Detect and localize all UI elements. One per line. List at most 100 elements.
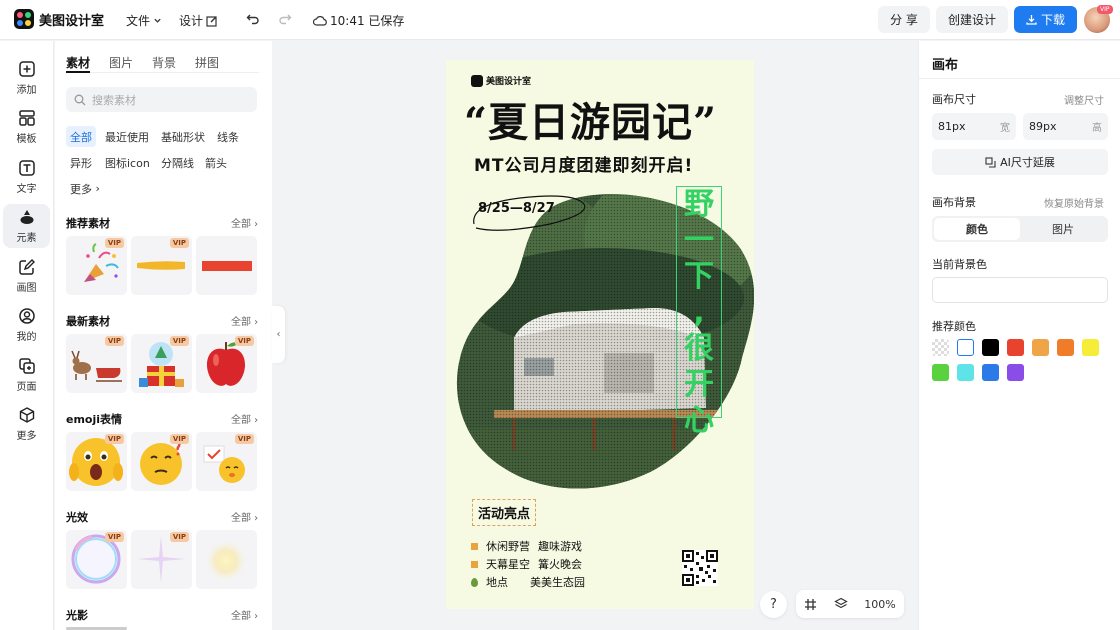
vip-badge: VIP (104, 434, 124, 444)
color-swatch[interactable] (1032, 339, 1049, 356)
chip-basic-shapes[interactable]: 基础形状 (157, 126, 209, 147)
chip-recent[interactable]: 最近使用 (101, 126, 153, 147)
chip-arrows[interactable]: 箭头 (201, 152, 231, 173)
thumb-emoji-shocked[interactable]: VIP (66, 432, 127, 491)
create-design-button[interactable]: 创建设计 (936, 6, 1008, 33)
see-all-light-effects[interactable]: 全部 › (231, 509, 258, 524)
chip-all[interactable]: 全部 (66, 126, 96, 147)
help-button[interactable]: ? (760, 591, 787, 618)
width-unit: 宽 (1000, 123, 1010, 134)
poster-vertical-slogan[interactable]: 野 一 下 , 很 开 心 (676, 186, 722, 438)
thumb-rainbow-ring[interactable]: VIP (66, 530, 127, 589)
app-logo[interactable]: 美图设计室 (14, 9, 104, 29)
poster-row[interactable]: 天幕星空 篝火晚会 (471, 556, 582, 572)
chip-dividers[interactable]: 分隔线 (157, 152, 198, 173)
height-field[interactable]: 89px 高 (1023, 113, 1108, 140)
color-swatch[interactable] (982, 339, 999, 356)
thumb-party-popper[interactable]: VIP (66, 236, 127, 295)
color-swatch[interactable] (957, 364, 974, 381)
file-menu[interactable]: 文件 (126, 12, 162, 29)
poster-date[interactable]: 8/25—8/27 (478, 201, 555, 216)
design-menu[interactable]: 设计 (179, 12, 218, 29)
color-swatch[interactable] (932, 364, 949, 381)
undo-icon[interactable] (246, 12, 260, 26)
tab-materials[interactable]: 素材 (66, 54, 90, 71)
search-input[interactable]: 搜索素材 (66, 87, 257, 112)
design-canvas[interactable]: 美图设计室 “夏日游园记” MT公司月度团建即刻开启! 8/25—8/27 野 … (446, 60, 754, 609)
seg-image[interactable]: 图片 (1020, 218, 1106, 240)
chip-more[interactable]: 更多 › (66, 178, 104, 199)
see-all-light-shadow[interactable]: 全部 › (231, 607, 258, 622)
section-title-newest: 最新素材 (66, 315, 110, 328)
zoom-level[interactable]: 100% (864, 598, 895, 611)
grid-icon[interactable] (804, 598, 817, 611)
seg-color[interactable]: 颜色 (934, 218, 1020, 240)
see-all-label: 全部 (231, 513, 251, 524)
adjust-size-link[interactable]: 调整尺寸 (1064, 92, 1104, 107)
qr-code-icon[interactable] (682, 550, 718, 586)
current-bg-color-field[interactable] (932, 277, 1108, 303)
rail-item-text[interactable]: 文字 (3, 155, 50, 199)
left-rail: 添加 模板 文字 元素 画图 我的 页面 更多 (0, 41, 54, 630)
chip-icons[interactable]: 图标icon (101, 152, 154, 173)
section-title-emoji: emoji表情 (66, 413, 123, 426)
tab-backgrounds[interactable]: 背景 (152, 54, 176, 71)
canvas-size-label: 画布尺寸 (932, 93, 976, 106)
thumb-sparkle[interactable]: VIP (131, 530, 192, 589)
width-field[interactable]: 81px 宽 (932, 113, 1016, 140)
vip-badge: VIP (234, 434, 254, 444)
rail-item-elements[interactable]: 元素 (3, 204, 50, 248)
rail-item-template[interactable]: 模板 (3, 105, 50, 149)
color-swatch[interactable] (1057, 339, 1074, 356)
chip-more-label: 更多 (70, 182, 92, 196)
see-all-newest[interactable]: 全部 › (231, 313, 258, 328)
tab-images[interactable]: 图片 (109, 54, 133, 71)
collapse-panel-button[interactable]: ‹ (272, 306, 285, 363)
thumb-red-apple[interactable]: VIP (196, 334, 257, 393)
color-swatch[interactable] (1082, 339, 1099, 356)
logo-mark-icon (14, 9, 34, 29)
rail-item-draw[interactable]: 画图 (3, 254, 50, 298)
thumb-yellow-stroke[interactable]: VIP (131, 236, 192, 295)
color-swatch[interactable] (932, 339, 949, 356)
rail-item-add[interactable]: 添加 (3, 56, 50, 100)
rail-item-mine[interactable]: 我的 (3, 303, 50, 347)
redo-icon[interactable] (278, 12, 292, 26)
poster-logo-icon (471, 74, 483, 87)
poster-row[interactable]: 休闲野营 趣味游戏 (471, 538, 582, 554)
ai-size-extend-button[interactable]: AI尺寸延展 (932, 149, 1108, 175)
thumb-glow[interactable] (196, 530, 257, 589)
poster-row-b: 美美生态园 (530, 576, 585, 589)
share-button[interactable]: 分 享 (878, 6, 930, 33)
poster-highlight-label[interactable]: 活动亮点 (472, 499, 537, 526)
color-swatch[interactable] (1007, 339, 1024, 356)
current-bg-label: 当前背景色 (932, 258, 987, 271)
thumb-reindeer-sleigh[interactable]: VIP (66, 334, 127, 393)
thumb-emoji-board[interactable]: VIP (196, 432, 257, 491)
tab-collage[interactable]: 拼图 (195, 54, 219, 71)
poster-title[interactable]: “夏日游园记” (464, 90, 717, 148)
see-all-emoji[interactable]: 全部 › (231, 411, 258, 426)
color-swatch[interactable] (957, 339, 974, 356)
rail-item-more[interactable]: 更多 (3, 402, 50, 446)
file-menu-label: 文件 (126, 14, 151, 28)
chip-lines[interactable]: 线条 (213, 126, 243, 147)
poster-subtitle[interactable]: MT公司月度团建即刻开启! (474, 151, 693, 176)
user-icon (18, 308, 35, 324)
thumb-red-bar[interactable] (196, 236, 257, 295)
color-swatch[interactable] (982, 364, 999, 381)
see-all-recommended[interactable]: 全部 › (231, 215, 258, 230)
thumb-emoji-thinking[interactable]: VIP (131, 432, 192, 491)
restore-bg-link[interactable]: 恢复原始背景 (1044, 195, 1104, 210)
color-swatch[interactable] (1007, 364, 1024, 381)
chip-irregular[interactable]: 异形 (66, 152, 96, 173)
rail-item-page[interactable]: 页面 (3, 353, 50, 397)
bg-type-toggle: 颜色 图片 (932, 216, 1108, 242)
download-button[interactable]: 下载 (1014, 6, 1077, 33)
search-icon (74, 94, 86, 105)
poster-row[interactable]: 地点 美美生态园 (471, 574, 585, 590)
thumb-snow-globe-gift[interactable]: VIP (131, 334, 192, 393)
avatar-vip-badge: VIP (1097, 5, 1113, 14)
layers-icon[interactable] (834, 597, 848, 611)
height-value: 89px (1029, 120, 1057, 133)
